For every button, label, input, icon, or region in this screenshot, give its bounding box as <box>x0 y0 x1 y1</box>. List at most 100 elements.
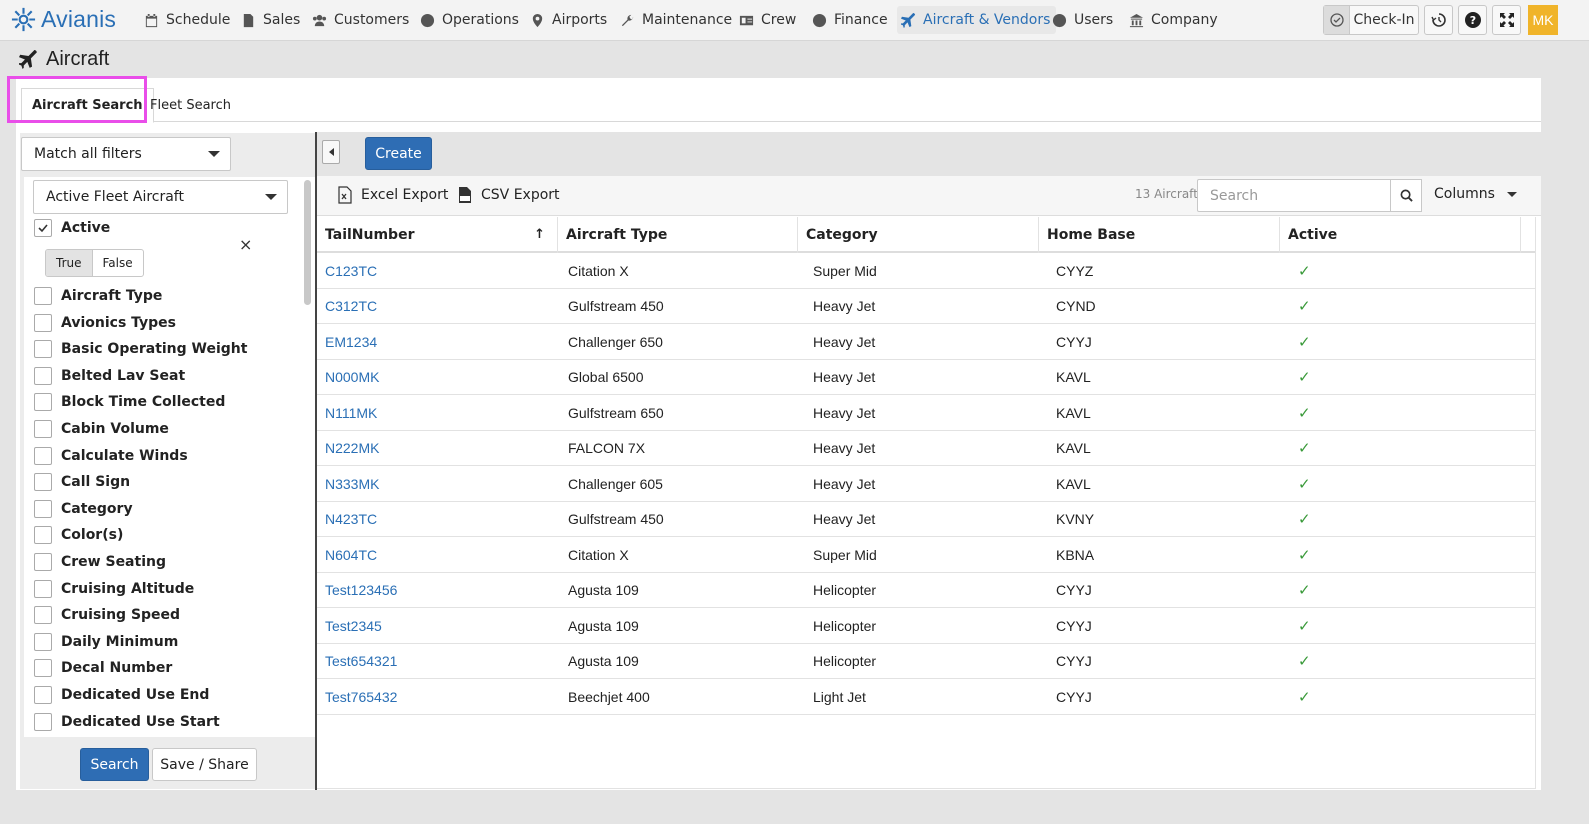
checkbox[interactable] <box>34 659 52 678</box>
check-in-button[interactable]: Check-In <box>1323 5 1419 35</box>
nav-maintenance[interactable]: Maintenance <box>616 6 736 34</box>
filter-option[interactable]: Avionics Types <box>34 312 176 334</box>
col-category[interactable]: Category <box>798 217 1039 253</box>
checkbox[interactable] <box>34 632 52 651</box>
grid-search-input[interactable]: Search <box>1197 179 1391 212</box>
table-row[interactable]: Test654321 Agusta 109 Helicopter CYYJ ✓ <box>317 644 1536 679</box>
table-row[interactable]: Test765432 Beechjet 400 Light Jet CYYJ ✓ <box>317 679 1536 715</box>
cell-tailnumber[interactable]: N222MK <box>325 431 379 466</box>
nav-users[interactable]: Users <box>1048 6 1117 34</box>
filter-scrollbar[interactable] <box>304 180 311 305</box>
checkbox[interactable] <box>34 499 52 518</box>
grid-search-button[interactable] <box>1390 179 1422 212</box>
col-aircraft-type[interactable]: Aircraft Type <box>558 217 798 253</box>
checkbox[interactable] <box>34 686 52 704</box>
cell-tailnumber[interactable]: N423TC <box>325 502 377 537</box>
checkbox[interactable] <box>34 579 52 598</box>
cell-tailnumber[interactable]: N604TC <box>325 537 377 572</box>
cell-tailnumber[interactable]: Test123456 <box>325 573 397 608</box>
table-row[interactable]: N333MK Challenger 605 Heavy Jet KAVL ✓ <box>317 466 1536 502</box>
checkbox[interactable] <box>34 420 52 438</box>
cell-tailnumber[interactable]: Test654321 <box>325 644 397 679</box>
checkbox[interactable] <box>34 287 52 305</box>
save-share-button[interactable]: Save / Share <box>152 748 257 781</box>
filter-option[interactable]: Daily Minimum <box>34 631 178 653</box>
filter-option[interactable]: Basic Operating Weight <box>34 338 247 360</box>
columns-button[interactable]: Columns <box>1434 186 1517 202</box>
tab-fleet-search[interactable]: Fleet Search <box>140 88 241 123</box>
cell-tailnumber[interactable]: N111MK <box>325 395 377 430</box>
toggle-false[interactable]: False <box>93 250 143 276</box>
table-row[interactable]: N423TC Gulfstream 450 Heavy Jet KVNY ✓ <box>317 502 1536 537</box>
match-mode-select[interactable]: Match all filters <box>21 137 231 171</box>
checkbox[interactable] <box>34 340 52 359</box>
nav-aircraft-vendors[interactable]: Aircraft & Vendors <box>897 6 1057 34</box>
filter-option[interactable]: Crew Seating <box>34 551 166 573</box>
table-row[interactable]: C123TC Citation X Super Mid CYYZ ✓ <box>317 253 1536 289</box>
nav-operations[interactable]: Operations <box>416 6 523 34</box>
col-home-base[interactable]: Home Base <box>1039 217 1280 253</box>
filter-option[interactable]: Dedicated Use Start <box>34 711 220 733</box>
table-row[interactable]: EM1234 Challenger 650 Heavy Jet CYYJ ✓ <box>317 324 1536 360</box>
filter-option[interactable]: Block Time Collected <box>34 391 225 413</box>
checkbox[interactable] <box>34 366 52 385</box>
table-row[interactable]: Test2345 Agusta 109 Helicopter CYYJ ✓ <box>317 608 1536 644</box>
checkbox[interactable] <box>34 393 52 412</box>
cell-tailnumber[interactable]: Test2345 <box>325 608 382 643</box>
cell-tailnumber[interactable]: EM1234 <box>325 324 377 359</box>
col-active[interactable]: Active <box>1280 217 1521 253</box>
remove-filter-icon[interactable]: × <box>239 235 252 254</box>
nav-sales[interactable]: Sales <box>237 6 304 34</box>
filter-option[interactable]: Cruising Speed <box>34 604 180 626</box>
table-row[interactable]: Test123456 Agusta 109 Helicopter CYYJ ✓ <box>317 573 1536 608</box>
filter-option[interactable]: Cabin Volume <box>34 418 169 440</box>
excel-export-button[interactable]: Excel Export <box>337 186 448 204</box>
filter-option[interactable]: Dedicated Use End <box>34 684 209 706</box>
filter-option[interactable]: Decal Number <box>34 657 172 679</box>
filter-option[interactable]: Aircraft Type <box>34 285 162 307</box>
filter-preset-select[interactable]: Active Fleet Aircraft <box>33 180 288 214</box>
cell-tailnumber[interactable]: N000MK <box>325 360 379 395</box>
create-button[interactable]: Create <box>365 137 432 170</box>
history-button[interactable] <box>1424 5 1453 35</box>
filter-search-button[interactable]: Search <box>80 748 149 781</box>
table-row[interactable]: N000MK Global 6500 Heavy Jet KAVL ✓ <box>317 360 1536 395</box>
nav-airports[interactable]: Airports <box>526 6 611 34</box>
cell-tailnumber[interactable]: C123TC <box>325 253 377 288</box>
checkbox[interactable] <box>34 606 52 625</box>
brand[interactable]: Avianis <box>10 6 116 33</box>
table-row[interactable]: N604TC Citation X Super Mid KBNA ✓ <box>317 537 1536 573</box>
filter-option[interactable]: Cruising Altitude <box>34 578 194 600</box>
filter-option[interactable]: Calculate Winds <box>34 445 188 467</box>
filter-option[interactable]: Category <box>34 498 133 520</box>
nav-customers[interactable]: Customers <box>308 6 413 34</box>
table-row[interactable]: C312TC Gulfstream 450 Heavy Jet CYND ✓ <box>317 289 1536 324</box>
help-button[interactable]: ? <box>1458 5 1487 35</box>
checkbox[interactable] <box>34 446 52 465</box>
table-row[interactable]: N111MK Gulfstream 650 Heavy Jet KAVL ✓ <box>317 395 1536 431</box>
checkbox[interactable] <box>34 473 52 492</box>
nav-schedule[interactable]: Schedule <box>140 6 234 34</box>
filter-option[interactable]: Call Sign <box>34 471 130 493</box>
table-row[interactable]: N222MK FALCON 7X Heavy Jet KAVL ✓ <box>317 431 1536 466</box>
csv-export-button[interactable]: CSV Export <box>457 186 560 204</box>
nav-company[interactable]: Company <box>1125 6 1222 34</box>
checkbox-checked[interactable] <box>34 219 52 237</box>
checkbox[interactable] <box>34 526 52 545</box>
toggle-true[interactable]: True <box>46 250 93 276</box>
checkbox[interactable] <box>34 313 52 332</box>
collapse-filters-button[interactable] <box>322 140 340 164</box>
filter-option[interactable]: Color(s) <box>34 524 123 546</box>
nav-crew[interactable]: Crew <box>735 6 800 34</box>
checkbox[interactable] <box>34 712 52 731</box>
cell-tailnumber[interactable]: N333MK <box>325 466 379 501</box>
checkbox[interactable] <box>34 553 52 571</box>
filter-option[interactable]: Belted Lav Seat <box>34 365 185 387</box>
cell-tailnumber[interactable]: Test765432 <box>325 679 397 714</box>
fullscreen-button[interactable] <box>1492 5 1521 35</box>
filter-active[interactable]: Active <box>34 217 110 239</box>
col-tailnumber[interactable]: TailNumber ↑ <box>317 217 558 253</box>
nav-finance[interactable]: Finance <box>808 6 892 34</box>
user-avatar[interactable]: MK <box>1528 5 1558 35</box>
cell-tailnumber[interactable]: C312TC <box>325 289 377 324</box>
